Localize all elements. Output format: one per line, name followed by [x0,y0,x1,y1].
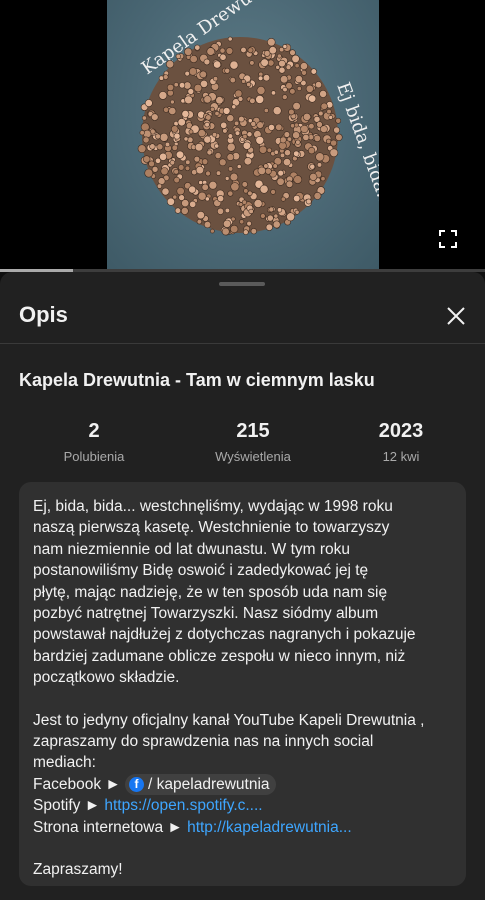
facebook-icon: f [129,777,145,793]
stat-date-year: 2023 [378,420,424,442]
website-link[interactable]: http://kapeladrewutnia... [187,819,352,836]
description-line: mediach: [33,754,96,772]
description-line: nam niezmiennie od lat dwunastu. W tym r… [33,540,351,558]
description-line: Ej, bida, bida... westchnęliśmy, wydając… [33,498,393,515]
description-box: Ej, bida, bida... westchnęliśmy, wydając… [19,482,466,886]
description-line: zapraszamy do sprawdzenia nas na innych … [33,733,374,751]
divider [0,343,485,344]
description-sheet: Opis Kapela Drewutnia - Tam w ciemnym la… [0,272,485,900]
facebook-label: Facebook ► [33,775,121,793]
spotify-row: Spotify ► https://open.spotify.c.... [33,795,452,816]
video-title: Kapela Drewutnia - Tam w ciemnym lasku [19,370,375,390]
drag-handle[interactable] [219,282,265,286]
sheet-header: Opis [0,294,485,342]
description-line: bardziej zadumane oblicze zespołu w niec… [33,647,406,665]
stat-date: 2023 12 kwi [331,420,471,464]
stat-likes: 2 Polubienia [24,420,164,464]
description-line: płytę, mając nadzieję, że w ten sposób u… [33,583,388,601]
description-line: Jest to jedyny oficjalny kanał YouTube K… [33,711,425,729]
stat-views-value: 215 [236,420,270,442]
fullscreen-icon[interactable] [436,227,460,251]
stat-views: 215 Wyświetlenia [183,420,323,464]
cover-subtitle-text: Ej bida, bida... [332,80,379,211]
description-line: początkowo składzie. [33,669,180,687]
sheet-title: Opis [19,302,68,327]
facebook-link-text: / kapeladrewutnia [148,776,270,794]
stat-likes-label: Polubienia [63,449,125,464]
description-line: powstawał najdłużej z dotychczas nagrany… [33,626,416,644]
facebook-link-chip[interactable]: f / kapeladrewutnia [125,774,276,796]
spotify-link[interactable]: https://open.spotify.c.... [104,797,262,814]
spotify-label: Spotify ► [33,797,101,815]
stat-likes-value: 2 [88,420,100,442]
video-stats: 2 Polubienia 215 Wyświetlenia 2023 12 kw… [0,420,485,470]
video-player[interactable]: Kapela Drewutnia Ej bida, bida... [0,0,485,270]
facebook-row: Facebook ► f / kapeladrewutnia [33,774,452,796]
description-line: pozbyć natrętnej Towarzyszki. Nasz siódm… [33,605,379,623]
stat-date-day: 12 kwi [382,449,420,464]
description-line: naszą pierwszą kasetę. Westchnienie to t… [33,519,390,537]
stat-views-label: Wyświetlenia [215,449,291,464]
website-label: Strona internetowa ► [33,818,183,836]
album-cover-art: Kapela Drewutnia Ej bida, bida... [107,0,379,270]
description-line: postanowiliśmy Bidę oswoić i zadedykować… [33,562,369,580]
close-icon[interactable] [443,303,469,329]
closing-text: Zapraszamy! [33,861,123,879]
website-row: Strona internetowa ► http://kapeladrewut… [33,817,452,838]
